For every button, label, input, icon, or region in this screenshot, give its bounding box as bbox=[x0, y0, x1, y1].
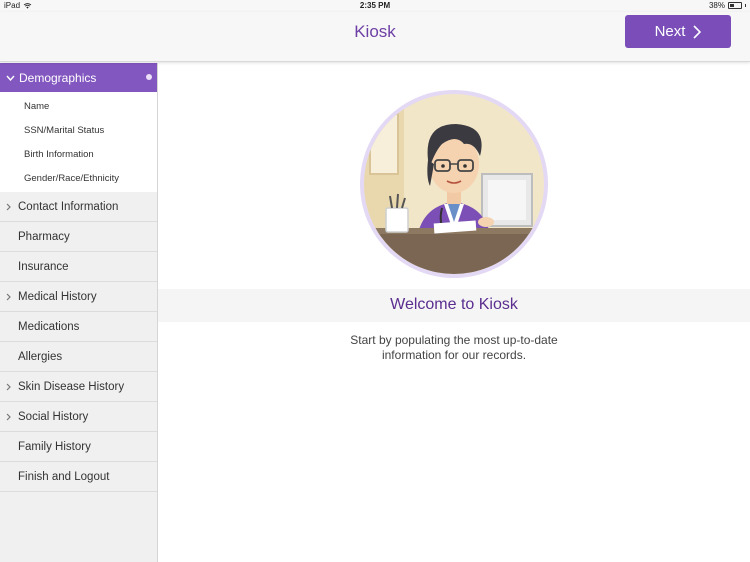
sidebar-item-label: Contact Information bbox=[18, 200, 119, 213]
sidebar-item-medical-history[interactable]: Medical History bbox=[0, 282, 157, 312]
sidebar-item-demographics[interactable]: Demographics bbox=[0, 63, 157, 92]
subtitle-line-1: Start by populating the most up-to-date bbox=[350, 333, 558, 347]
chevron-right-icon bbox=[6, 293, 11, 301]
sidebar-item-pharmacy[interactable]: Pharmacy bbox=[0, 222, 157, 252]
battery-percent: 38% bbox=[708, 1, 725, 10]
subitem-gender-race-ethnicity[interactable]: Gender/Race/Ethnicity bbox=[0, 166, 157, 190]
sidebar-item-finish-and-logout[interactable]: Finish and Logout bbox=[0, 462, 157, 492]
next-button-label: Next bbox=[654, 23, 686, 40]
sidebar-item-label: Medical History bbox=[18, 290, 97, 303]
avatar-frame bbox=[360, 90, 548, 278]
sidebar: Demographics Name SSN/Marital Status Bir… bbox=[0, 63, 158, 562]
sidebar-item-family-history[interactable]: Family History bbox=[0, 432, 157, 462]
sidebar-item-allergies[interactable]: Allergies bbox=[0, 342, 157, 372]
sidebar-item-label: Allergies bbox=[18, 350, 63, 363]
chevron-right-icon bbox=[6, 413, 11, 421]
subitem-ssn-marital-status[interactable]: SSN/Marital Status bbox=[0, 118, 157, 142]
chevron-right-icon bbox=[6, 383, 11, 391]
sidebar-item-label: Family History bbox=[18, 440, 91, 453]
sidebar-item-label: Pharmacy bbox=[18, 230, 70, 243]
subitem-birth-information[interactable]: Birth Information bbox=[0, 142, 157, 166]
doctor-illustration bbox=[364, 94, 544, 274]
progress-dot-icon bbox=[146, 74, 152, 80]
sidebar-nav-list: Contact Information Pharmacy Insurance Medi… bbox=[0, 192, 157, 492]
sidebar-item-contact-information[interactable]: Contact Information bbox=[0, 192, 157, 222]
welcome-band: Welcome to Kiosk bbox=[158, 289, 750, 322]
status-right: 38% bbox=[709, 1, 746, 10]
welcome-subtitle: Start by populating the most up-to-date … bbox=[329, 333, 579, 363]
sidebar-item-medications[interactable]: Medications bbox=[0, 312, 157, 342]
sidebar-item-label: Medications bbox=[18, 320, 80, 333]
main-content: Welcome to Kiosk Start by populating the… bbox=[158, 63, 750, 562]
demographics-subitems: Name SSN/Marital Status Birth Informatio… bbox=[0, 92, 157, 192]
chevron-right-icon bbox=[6, 203, 11, 211]
sidebar-item-label: Demographics bbox=[19, 70, 97, 85]
chevron-down-icon bbox=[6, 75, 15, 81]
clock: 2:35 PM bbox=[359, 1, 391, 10]
next-button[interactable]: Next bbox=[625, 15, 731, 48]
chevron-right-icon bbox=[693, 24, 702, 39]
battery-tip bbox=[745, 4, 746, 7]
sidebar-item-label: Insurance bbox=[18, 260, 69, 273]
battery-icon bbox=[728, 2, 742, 9]
app-header: Kiosk Next bbox=[0, 12, 750, 62]
sidebar-item-label: Finish and Logout bbox=[18, 470, 110, 483]
welcome-title: Welcome to Kiosk bbox=[390, 296, 518, 313]
sidebar-item-skin-disease-history[interactable]: Skin Disease History bbox=[0, 372, 157, 402]
sidebar-item-label: Skin Disease History bbox=[18, 380, 125, 393]
status-bar: iPad 2:35 PM 38% bbox=[0, 0, 750, 12]
subitem-name[interactable]: Name bbox=[0, 94, 157, 118]
sidebar-item-label: Social History bbox=[18, 410, 89, 423]
sidebar-item-social-history[interactable]: Social History bbox=[0, 402, 157, 432]
subtitle-line-2: information for our records. bbox=[381, 348, 527, 362]
sidebar-item-insurance[interactable]: Insurance bbox=[0, 252, 157, 282]
